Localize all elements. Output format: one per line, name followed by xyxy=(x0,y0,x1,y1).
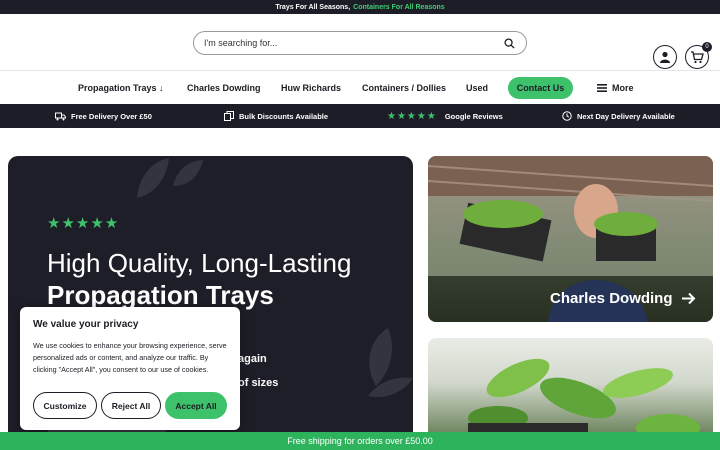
arrow-right-icon xyxy=(681,292,695,305)
usp-bulk-discounts: Bulk Discounts Available xyxy=(224,104,328,128)
cookie-customize-button[interactable]: Customize xyxy=(33,392,97,419)
cookie-title: We value your privacy xyxy=(33,319,139,330)
cookie-body: We use cookies to enhance your browsing … xyxy=(33,341,227,374)
hero-rating-stars-icon: ★★★★★ xyxy=(47,215,120,232)
more-label: More xyxy=(612,82,634,93)
search-input[interactable] xyxy=(204,38,502,48)
nav-item-charles-dowding[interactable]: Charles Dowding xyxy=(187,71,261,104)
cookie-consent-dialog: We value your privacy We use cookies to … xyxy=(20,307,240,430)
card-title: Charles Dowding xyxy=(550,290,673,307)
delivery-truck-icon xyxy=(55,112,66,120)
nav-item-used[interactable]: Used xyxy=(466,71,488,104)
contact-us-button[interactable]: Contact Us xyxy=(508,77,573,99)
nav-item-containers-dollies[interactable]: Containers / Dollies xyxy=(362,71,446,104)
hero-bullet-2: of sizes xyxy=(238,377,279,389)
search-bar[interactable] xyxy=(193,31,527,55)
clock-icon xyxy=(562,111,572,121)
charles-dowding-card[interactable]: Charles Dowding xyxy=(428,156,713,322)
usp-bulk-text: Bulk Discounts Available xyxy=(239,111,329,121)
leaf-decoration-icon xyxy=(368,328,413,398)
free-shipping-bar: Free shipping for orders over £50.00 xyxy=(0,432,720,450)
usp-google-reviews[interactable]: ★★★★★ Google Reviews xyxy=(387,104,503,128)
hero-title: High Quality, Long-Lasting xyxy=(47,248,352,278)
search-icon[interactable] xyxy=(502,36,516,50)
announcement-link[interactable]: Containers For All Reasons xyxy=(353,4,445,11)
usp-bar: Free Delivery Over £50 Bulk Discounts Av… xyxy=(0,104,720,128)
usp-next-day: Next Day Delivery Available xyxy=(562,104,675,128)
announcement-bar: Trays For All Seasons, Containers For Al… xyxy=(0,0,720,14)
cookie-accept-all-button[interactable]: Accept All xyxy=(165,392,227,419)
copy-documents-icon xyxy=(224,111,234,121)
nav-item-huw-richards[interactable]: Huw Richards xyxy=(281,71,341,104)
leaf-decoration-icon xyxy=(137,158,203,198)
cart-count-badge: 0 xyxy=(702,42,712,52)
site-header: 0 xyxy=(0,14,720,71)
usp-delivery-text: Free Delivery Over £50 xyxy=(71,111,152,121)
usp-free-delivery: Free Delivery Over £50 xyxy=(55,104,152,128)
more-menu-button[interactable]: More xyxy=(597,71,634,104)
main-navigation: Propagation Trays ↓ Charles Dowding Huw … xyxy=(0,71,720,104)
account-icon[interactable] xyxy=(653,45,677,69)
hero-bullet-1: again xyxy=(238,353,267,365)
usp-nextday-text: Next Day Delivery Available xyxy=(577,111,675,121)
rating-stars-icon: ★★★★★ xyxy=(387,110,437,122)
hamburger-icon xyxy=(597,83,607,92)
nav-item-propagation-trays[interactable]: Propagation Trays ↓ xyxy=(78,71,164,104)
usp-reviews-text: Google Reviews xyxy=(444,111,503,121)
announcement-text: Trays For All Seasons, xyxy=(275,3,351,11)
cookie-reject-all-button[interactable]: Reject All xyxy=(101,392,161,419)
charles-dowding-card-label[interactable]: Charles Dowding xyxy=(550,290,696,307)
